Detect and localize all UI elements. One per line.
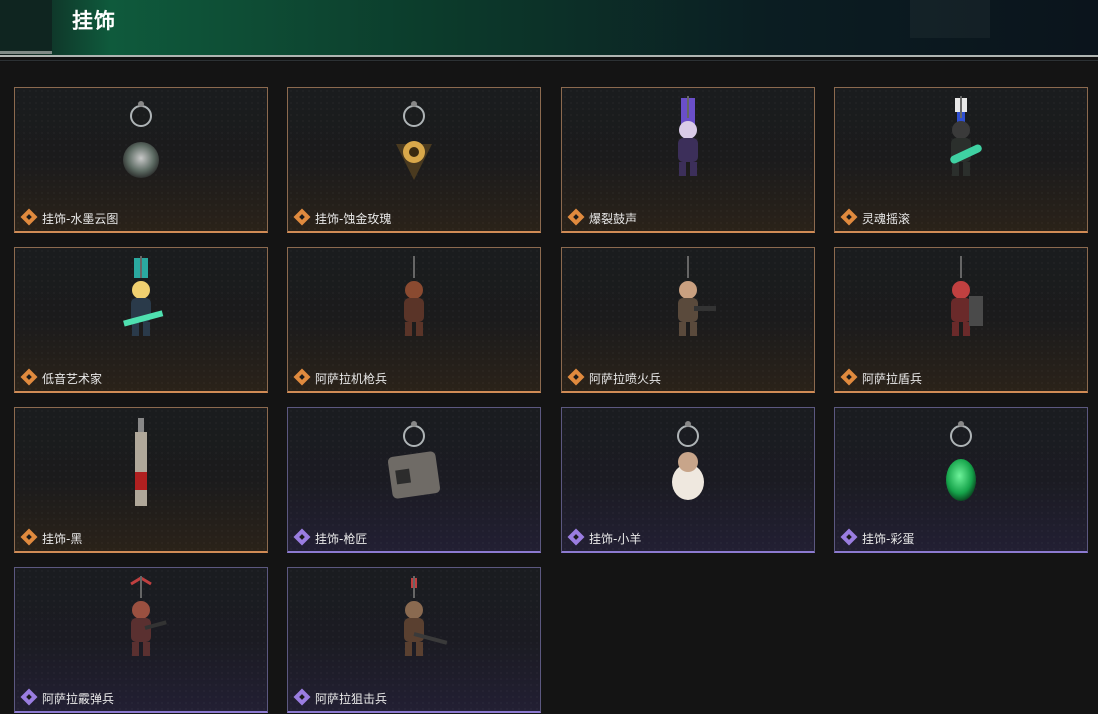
guitarist-figure-icon (950, 96, 982, 176)
rarity-diamond-icon (293, 688, 311, 706)
charm-card[interactable]: 挂饰-黑 (14, 407, 268, 553)
rarity-diamond-icon (567, 208, 585, 226)
charm-card[interactable]: 爆裂鼓声 (561, 87, 815, 233)
charm-name: 挂饰-黑 (42, 532, 83, 546)
rarity-diamond-icon (567, 368, 585, 386)
rarity-diamond-icon (20, 208, 38, 226)
charm-name: 挂饰-小羊 (589, 532, 642, 546)
charm-card[interactable]: 阿萨拉狙击兵 (287, 567, 541, 713)
page-title: 挂饰 (72, 9, 116, 33)
header-tab-underline (0, 51, 52, 54)
rarity-diamond-icon (20, 368, 38, 386)
charm-card[interactable]: 挂饰-小羊 (561, 407, 815, 553)
rarity-diamond-icon (20, 528, 38, 546)
sniper-figure-icon (404, 576, 448, 656)
charm-name: 阿萨拉狙击兵 (315, 692, 388, 706)
charm-name: 阿萨拉喷火兵 (589, 372, 662, 386)
rarity-diamond-icon (840, 528, 858, 546)
easter-egg-icon (946, 421, 976, 501)
charm-card[interactable]: 低音艺术家 (14, 247, 268, 393)
charm-grid: 挂饰-水墨云图 挂饰-蚀金玫瑰 爆裂鼓声 灵魂摇滚 低音艺术家 阿萨拉机枪兵 阿萨拉喷火兵阿… (0, 62, 1098, 714)
charm-card[interactable]: 挂饰-枪匠 (287, 407, 541, 553)
header-divider-secondary (0, 60, 1098, 61)
charm-card[interactable]: 挂饰-水墨云图 (14, 87, 268, 233)
charm-name: 阿萨拉霰弹兵 (42, 692, 115, 706)
blade-charm-icon (135, 418, 147, 506)
charm-name: 挂饰-水墨云图 (42, 212, 119, 226)
charm-name: 爆裂鼓声 (589, 212, 638, 226)
rose-charm-icon (396, 101, 432, 180)
flamethrower-figure-icon (678, 256, 716, 336)
bassist-figure-icon (123, 256, 164, 336)
charm-name: 挂饰-彩蛋 (862, 532, 915, 546)
gunsmith-case-icon (387, 421, 441, 499)
charm-card[interactable]: 阿萨拉盾兵 (834, 247, 1088, 393)
header-right-panel (910, 0, 990, 38)
rarity-diamond-icon (293, 528, 311, 546)
machine-gunner-figure-icon (404, 256, 424, 336)
drummer-figure-icon (678, 96, 698, 176)
charm-card[interactable]: 挂饰-蚀金玫瑰 (287, 87, 541, 233)
page-header: 挂饰 (0, 0, 1098, 56)
rarity-diamond-icon (840, 208, 858, 226)
charm-card[interactable]: 阿萨拉霰弹兵 (14, 567, 268, 713)
rarity-diamond-icon (567, 528, 585, 546)
charm-name: 挂饰-枪匠 (315, 532, 368, 546)
rarity-diamond-icon (293, 368, 311, 386)
lamb-figure-icon (672, 421, 704, 500)
header-tab-block[interactable] (0, 0, 52, 54)
charm-card[interactable]: 挂饰-彩蛋 (834, 407, 1088, 553)
charm-card[interactable]: 阿萨拉喷火兵 (561, 247, 815, 393)
header-divider (0, 55, 1098, 57)
charm-name: 低音艺术家 (42, 372, 103, 386)
charm-name: 灵魂摇滚 (862, 212, 911, 226)
orb-charm-icon (123, 101, 159, 178)
charm-card[interactable]: 阿萨拉机枪兵 (287, 247, 541, 393)
charm-name: 阿萨拉机枪兵 (315, 372, 388, 386)
rarity-diamond-icon (20, 688, 38, 706)
charm-name: 挂饰-蚀金玫瑰 (315, 212, 392, 226)
rarity-diamond-icon (840, 368, 858, 386)
rarity-diamond-icon (293, 208, 311, 226)
charm-card[interactable]: 灵魂摇滚 (834, 87, 1088, 233)
shield-soldier-figure-icon (951, 256, 983, 336)
charm-name: 阿萨拉盾兵 (862, 372, 923, 386)
shotgunner-figure-icon (130, 576, 167, 656)
